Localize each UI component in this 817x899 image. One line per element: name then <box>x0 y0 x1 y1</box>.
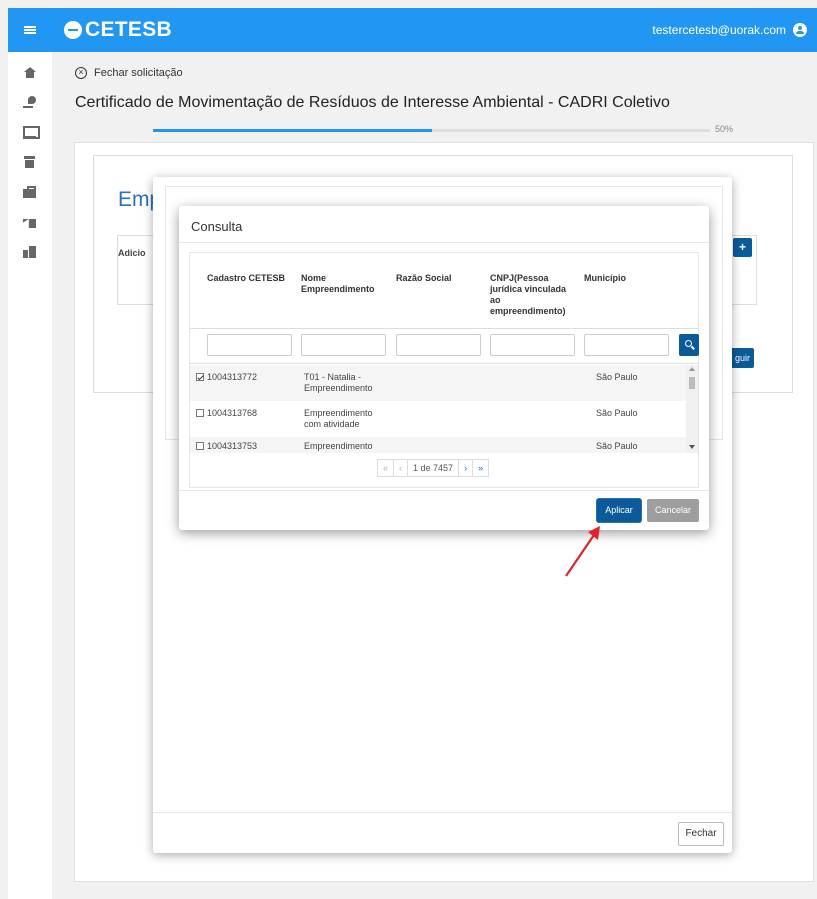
filter-nome-input[interactable] <box>301 334 386 356</box>
row-municipio: São Paulo <box>596 408 638 418</box>
background-table-header: Adicio <box>118 248 146 258</box>
row-municipio: São Paulo <box>596 372 638 382</box>
results-panel: Cadastro CETESB Nome Empreendimento Razã… <box>189 252 699 488</box>
cancel-button[interactable]: Cancelar <box>647 499 699 522</box>
plant-icon[interactable] <box>23 96 37 108</box>
column-header-cnpj[interactable]: CNPJ(Pessoa jurídica vinculada ao empree… <box>490 273 574 317</box>
column-header-razao[interactable]: Razão Social <box>396 273 476 284</box>
filter-cadastro-input[interactable] <box>207 334 292 356</box>
dialog-title: Consulta <box>191 219 243 234</box>
row-nome: Empreendimento com atividade <box>304 408 373 429</box>
consulta-dialog: Consulta Cadastro CETESB Nome Empreendim… <box>179 206 709 530</box>
row-checkbox[interactable] <box>196 373 204 381</box>
row-checkbox[interactable] <box>196 409 204 417</box>
briefcase-icon[interactable] <box>23 186 37 198</box>
search-icon <box>685 340 692 347</box>
user-icon <box>793 23 807 37</box>
close-request-link[interactable]: × Fechar solicitação <box>75 67 183 79</box>
table-row[interactable]: 1004313768 Empreendimento com atividade … <box>190 401 686 437</box>
logo-mark-icon <box>64 21 82 39</box>
menu-icon[interactable] <box>8 8 52 52</box>
scroll-thumb[interactable] <box>689 377 695 389</box>
page-info: 1 de 7457 <box>407 460 458 476</box>
row-municipio: São Paulo <box>596 441 638 451</box>
row-nome: T01 - Natalia - Empreendimento <box>304 372 373 393</box>
screen-icon[interactable] <box>23 126 40 139</box>
outer-modal-footer-divider <box>153 812 732 813</box>
archive-icon[interactable] <box>23 156 37 168</box>
divider <box>179 242 709 243</box>
table-row[interactable]: 1004313772 T01 - Natalia - Empreendiment… <box>190 365 686 401</box>
filter-municipio-input[interactable] <box>584 334 669 356</box>
add-button[interactable]: + <box>733 238 752 257</box>
close-modal-button[interactable]: Fechar <box>678 822 724 846</box>
first-page-button[interactable]: « <box>378 460 393 476</box>
progress-bar <box>153 129 710 132</box>
row-cadastro: 1004313772 <box>196 372 257 383</box>
filter-cnpj-input[interactable] <box>490 334 575 356</box>
red-arrow-icon <box>565 526 600 577</box>
column-header-cadastro[interactable]: Cadastro CETESB <box>207 273 297 284</box>
city-icon[interactable] <box>23 246 37 258</box>
row-nome: Empreendimento <box>304 441 373 451</box>
cadastro-value: 1004313772 <box>207 372 258 382</box>
row-cadastro: 1004313753 <box>196 441 257 452</box>
next-page-button[interactable]: › <box>458 460 472 476</box>
sidebar <box>8 52 52 899</box>
table-row[interactable]: 1004313753 Empreendimento São Paulo <box>190 437 686 453</box>
cadastro-value: 1004313753 <box>207 441 258 451</box>
divider <box>179 490 709 491</box>
home-icon[interactable] <box>23 67 37 79</box>
progress-label: 50% <box>715 124 734 134</box>
divider <box>190 328 698 329</box>
close-request-label: Fechar solicitação <box>94 67 183 79</box>
divider <box>190 363 698 364</box>
scroll-down-icon[interactable] <box>689 445 695 449</box>
row-checkbox[interactable] <box>196 442 204 450</box>
last-page-button[interactable]: » <box>472 460 488 476</box>
filter-razao-input[interactable] <box>396 334 481 356</box>
row-cadastro: 1004313768 <box>196 408 257 419</box>
logo[interactable]: CETESB <box>64 18 172 42</box>
pagination: « ‹ 1 de 7457 › » <box>377 459 490 477</box>
user-email: testercetesb@uorak.com <box>652 23 786 37</box>
prev-page-button[interactable]: ‹ <box>393 460 407 476</box>
column-header-municipio[interactable]: Município <box>584 273 664 284</box>
scrollbar[interactable] <box>686 365 698 453</box>
search-button[interactable] <box>679 334 699 356</box>
logo-text: CETESB <box>85 18 172 41</box>
progress-fill <box>153 129 432 132</box>
top-bar: CETESB testercetesb@uorak.com <box>8 8 817 52</box>
column-header-nome[interactable]: Nome Empreendimento <box>301 273 381 295</box>
close-circle-icon: × <box>75 67 87 79</box>
scroll-up-icon[interactable] <box>689 367 695 371</box>
apply-button[interactable]: Aplicar <box>597 499 641 522</box>
page-title: Certificado de Movimentação de Resíduos … <box>75 94 670 111</box>
factory-icon[interactable] <box>23 216 37 228</box>
user-menu[interactable]: testercetesb@uorak.com <box>652 23 807 37</box>
cadastro-value: 1004313768 <box>207 408 258 418</box>
